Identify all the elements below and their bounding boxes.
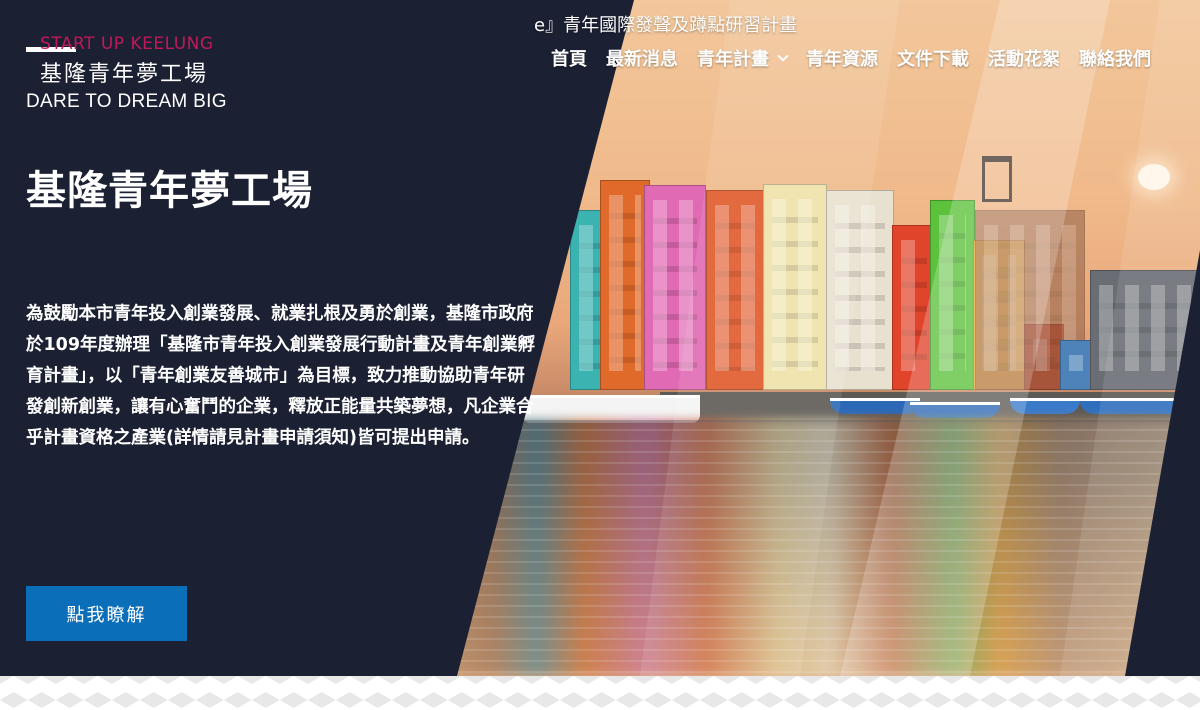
logo-english: START UP KEELUNG — [40, 34, 214, 54]
logo-tagline: DARE TO DREAM BIG — [26, 91, 227, 112]
nav-item-downloads[interactable]: 文件下載 — [897, 45, 969, 71]
nav-item-contact[interactable]: 聯絡我們 — [1079, 45, 1151, 71]
learn-more-button[interactable]: 點我瞭解 — [26, 586, 187, 641]
main-nav: 首頁 最新消息 青年計畫 青年資源 文件下載 活動花絮 聯絡我們 — [551, 45, 1151, 71]
nav-item-label: 文件下載 — [897, 49, 969, 70]
nav-item-activity-gallery[interactable]: 活動花絮 — [988, 45, 1060, 71]
site-logo[interactable]: START UP KEELUNG 基隆青年夢工場 DARE TO DREAM B… — [26, 34, 286, 116]
logo-chinese: 基隆青年夢工場 — [40, 62, 209, 87]
hexagon-pattern-divider — [0, 676, 1200, 710]
nav-item-label: 聯絡我們 — [1079, 49, 1151, 70]
chevron-down-icon — [777, 50, 789, 62]
nav-item-youth-programs[interactable]: 青年計畫 — [697, 45, 789, 71]
hero-title: 基隆青年夢工場 — [26, 168, 313, 214]
nav-item-label: 青年資源 — [806, 49, 878, 70]
nav-item-news[interactable]: 最新消息 — [606, 45, 678, 71]
hero-banner: START UP KEELUNG 基隆青年夢工場 DARE TO DREAM B… — [0, 0, 1200, 676]
nav-item-label: 青年計畫 — [697, 49, 769, 70]
nav-item-home[interactable]: 首頁 — [551, 45, 587, 71]
nav-item-label: 首頁 — [551, 49, 587, 70]
nav-item-label: 活動花絮 — [988, 49, 1060, 70]
news-ticker[interactable]: e』青年國際發聲及蹲點研習計畫 — [534, 11, 797, 37]
nav-item-label: 最新消息 — [606, 49, 678, 70]
nav-item-youth-resources[interactable]: 青年資源 — [806, 45, 878, 71]
hero-description: 為鼓勵本市青年投入創業發展、就業扎根及勇於創業，基隆市政府於109年度辦理「基隆… — [26, 304, 536, 448]
